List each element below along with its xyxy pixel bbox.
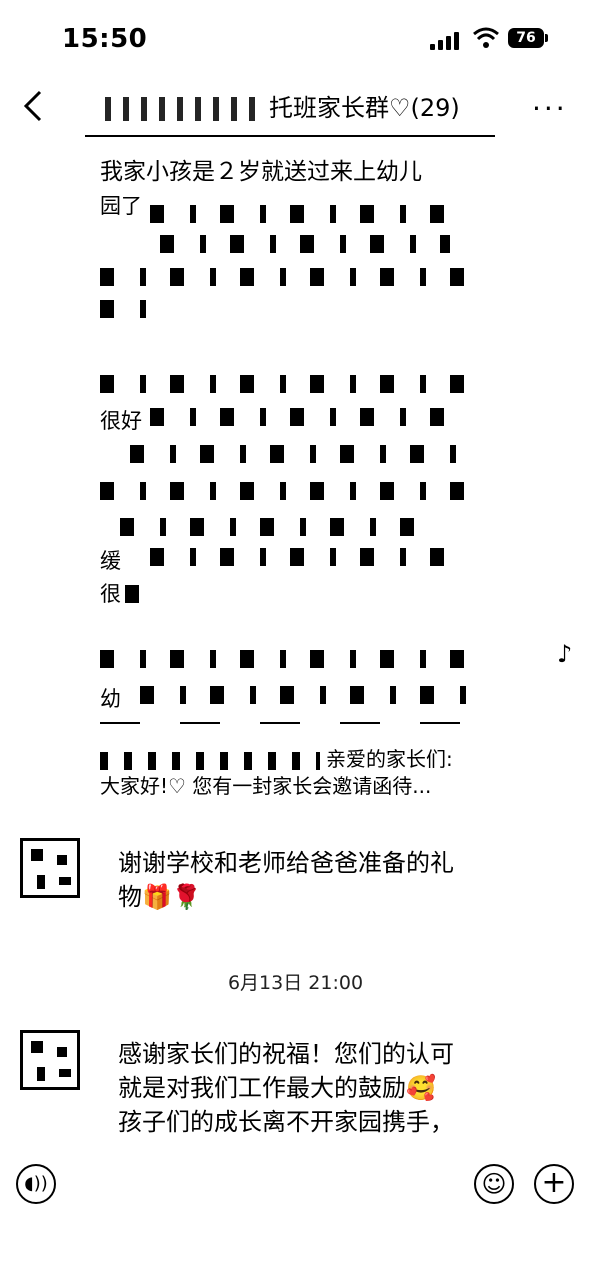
avatar[interactable]	[20, 1030, 80, 1090]
status-time: 15:50	[62, 24, 148, 54]
redacted-text	[130, 445, 470, 463]
redacted-text	[100, 482, 480, 500]
voice-icon[interactable]: ◖))	[16, 1164, 56, 1204]
redacted-text	[140, 686, 470, 704]
post-fragment: 缓	[100, 549, 121, 573]
redacted-group-name	[105, 97, 255, 121]
chat-title-text: 托班家长群♡(29)	[269, 94, 460, 122]
redacted-text	[150, 408, 470, 426]
chat-title: 托班家长群♡(29)	[105, 88, 460, 123]
redacted-text	[160, 235, 450, 253]
share-title-text: 亲爱的家长们:	[326, 747, 453, 771]
signal-icon	[430, 30, 464, 50]
post-first-line: 我家小孩是２岁就送过来上幼儿	[100, 159, 422, 185]
plus-icon[interactable]: +	[534, 1164, 574, 1204]
wifi-icon	[473, 27, 499, 48]
message-text: 谢谢学校和老师给爸爸准备的礼 物🎁🌹	[118, 846, 498, 914]
post-fragment: 幼	[100, 687, 121, 711]
share-preview[interactable]: 大家好!♡ 您有一封家长会邀请函待...	[100, 770, 431, 799]
shared-post-card[interactable]	[85, 135, 495, 727]
redacted-text	[150, 548, 450, 566]
message-line: 感谢家长们的祝福！您们的认可	[118, 1040, 454, 1068]
avatar[interactable]	[20, 838, 80, 898]
message-line: 谢谢学校和老师给爸爸准备的礼	[118, 849, 454, 877]
redacted-text	[120, 518, 440, 536]
emoji-icon[interactable]: ☺	[474, 1164, 514, 1204]
message-line: 就是对我们工作最大的鼓励🥰	[118, 1074, 436, 1102]
share-title: 亲爱的家长们:	[100, 743, 453, 772]
post-fragment: 很	[100, 582, 121, 606]
music-note-icon: ♪	[557, 640, 573, 668]
redacted-text	[100, 268, 480, 286]
battery-cap	[545, 34, 548, 42]
redacted-text	[100, 650, 480, 668]
message-line: 孩子们的成长离不开家园携手，	[118, 1108, 454, 1136]
redacted-text	[125, 585, 155, 603]
post-fragment: 很好	[100, 409, 142, 433]
redacted-text	[150, 205, 470, 223]
message-line: 物🎁🌹	[118, 883, 202, 911]
redacted-text	[100, 751, 320, 770]
redacted-text	[100, 300, 160, 318]
message-text: 感谢家长们的祝福！您们的认可 就是对我们工作最大的鼓励🥰 孩子们的成长离不开家园…	[118, 1037, 498, 1139]
redacted-text	[100, 375, 480, 393]
card-divider	[100, 722, 490, 724]
post-fragment: 园了	[100, 194, 142, 218]
battery-icon: 76	[508, 28, 544, 48]
timestamp: 6月13日 21:00	[227, 972, 364, 994]
more-button[interactable]: ···	[532, 92, 568, 125]
back-button[interactable]	[18, 88, 48, 124]
